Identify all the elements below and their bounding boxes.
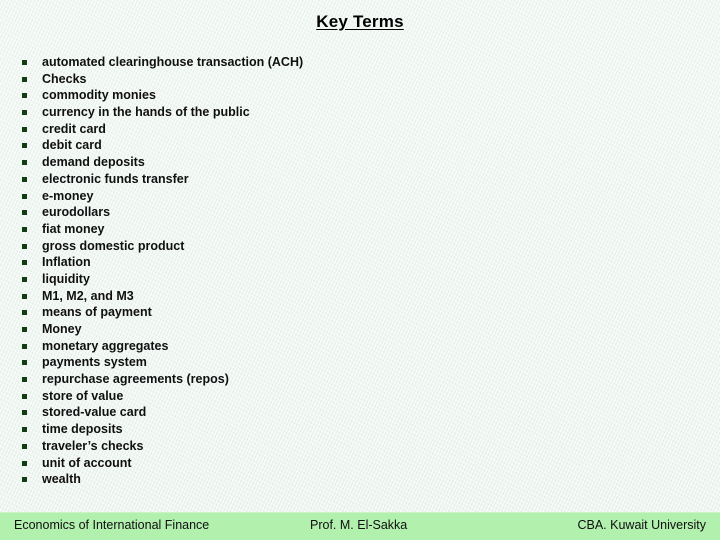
list-item: Checks bbox=[20, 71, 680, 88]
square-bullet-icon bbox=[22, 443, 27, 449]
list-item: currency in the hands of the public bbox=[20, 104, 680, 121]
list-item-label: automated clearinghouse transaction (ACH… bbox=[42, 55, 304, 69]
list-item-label: unit of account bbox=[42, 455, 132, 470]
list-item: eurodollars bbox=[20, 204, 680, 221]
list-item: Inflation bbox=[20, 254, 680, 271]
footer-course-name: Economics of International Finance bbox=[14, 518, 210, 532]
footer-institution-name: CBA. Kuwait University bbox=[577, 518, 706, 532]
square-bullet-icon bbox=[22, 143, 27, 149]
square-bullet-icon bbox=[22, 243, 27, 249]
square-bullet-icon bbox=[22, 393, 27, 399]
list-item-label: credit card bbox=[42, 121, 106, 136]
square-bullet-icon bbox=[22, 93, 27, 99]
list-item: e-money bbox=[20, 188, 680, 205]
list-item: fiat money bbox=[20, 221, 680, 238]
list-item-label: monetary aggregates bbox=[42, 338, 169, 353]
list-item-label: means of payment bbox=[42, 305, 152, 320]
page-title: Key Terms bbox=[316, 12, 404, 31]
square-bullet-icon bbox=[22, 60, 27, 65]
list-item-label: debit card bbox=[42, 138, 102, 153]
list-item-label: M1, M2, and M3 bbox=[42, 288, 134, 303]
square-bullet-icon bbox=[22, 460, 27, 466]
list-item-label: eurodollars bbox=[42, 205, 111, 220]
list-item: electronic funds transfer bbox=[20, 171, 680, 188]
square-bullet-icon bbox=[22, 260, 27, 266]
list-item-label: Money bbox=[42, 322, 82, 336]
list-item: repurchase agreements (repos) bbox=[20, 371, 680, 388]
list-item-label: fiat money bbox=[42, 221, 105, 236]
square-bullet-icon bbox=[22, 310, 27, 316]
square-bullet-icon bbox=[22, 477, 27, 483]
list-item: automated clearinghouse transaction (ACH… bbox=[20, 54, 680, 71]
list-item: wealth bbox=[20, 471, 680, 488]
list-item-label: currency in the hands of the public bbox=[42, 105, 250, 120]
square-bullet-icon bbox=[22, 226, 27, 232]
list-item: unit of account bbox=[20, 455, 680, 472]
list-item: means of payment bbox=[20, 304, 680, 321]
list-item: demand deposits bbox=[20, 154, 680, 171]
square-bullet-icon bbox=[22, 193, 27, 199]
list-item-label: time deposits bbox=[42, 422, 123, 437]
list-item-label: electronic funds transfer bbox=[42, 171, 189, 186]
list-item-label: Inflation bbox=[42, 255, 91, 270]
list-item-label: payments system bbox=[42, 355, 147, 370]
list-item-label: traveler’s checks bbox=[42, 438, 144, 453]
square-bullet-icon bbox=[22, 176, 27, 182]
list-item: Money bbox=[20, 321, 680, 338]
square-bullet-icon bbox=[22, 377, 27, 383]
list-item-label: e-money bbox=[42, 188, 94, 203]
square-bullet-icon bbox=[22, 293, 27, 299]
square-bullet-icon bbox=[22, 410, 27, 416]
square-bullet-icon bbox=[22, 276, 27, 282]
list-item-label: liquidity bbox=[42, 271, 90, 286]
square-bullet-icon bbox=[22, 126, 27, 132]
list-item-label: repurchase agreements (repos) bbox=[42, 372, 229, 387]
list-item-label: store of value bbox=[42, 388, 124, 403]
square-bullet-icon bbox=[22, 327, 27, 332]
list-item-label: demand deposits bbox=[42, 155, 145, 170]
square-bullet-icon bbox=[22, 343, 27, 349]
list-item-label: stored-value card bbox=[42, 405, 147, 420]
list-item: store of value bbox=[20, 388, 680, 405]
square-bullet-icon bbox=[22, 160, 27, 166]
list-item: M1, M2, and M3 bbox=[20, 288, 680, 305]
square-bullet-icon bbox=[22, 427, 27, 433]
key-terms-list: automated clearinghouse transaction (ACH… bbox=[20, 54, 680, 488]
square-bullet-icon bbox=[22, 110, 27, 116]
list-item: payments system bbox=[20, 354, 680, 371]
footer-instructor-name: Prof. M. El-Sakka bbox=[310, 518, 408, 532]
list-item-label: gross domestic product bbox=[42, 238, 185, 253]
list-item: liquidity bbox=[20, 271, 680, 288]
square-bullet-icon bbox=[22, 360, 27, 366]
square-bullet-icon bbox=[22, 76, 27, 82]
list-item: gross domestic product bbox=[20, 238, 680, 255]
list-item: credit card bbox=[20, 121, 680, 138]
list-item-label: commodity monies bbox=[42, 88, 156, 103]
list-item: time deposits bbox=[20, 421, 680, 438]
list-item: traveler’s checks bbox=[20, 438, 680, 455]
list-item: stored-value card bbox=[20, 404, 680, 421]
list-item: debit card bbox=[20, 137, 680, 154]
list-item: commodity monies bbox=[20, 87, 680, 104]
slide-canvas: Key Terms automated clearinghouse transa… bbox=[0, 0, 720, 540]
list-item-label: Checks bbox=[42, 71, 87, 86]
list-item-label: wealth bbox=[42, 472, 81, 487]
slide-footer: Economics of International Finance Prof.… bbox=[0, 512, 720, 540]
square-bullet-icon bbox=[22, 210, 27, 216]
list-item: monetary aggregates bbox=[20, 338, 680, 355]
